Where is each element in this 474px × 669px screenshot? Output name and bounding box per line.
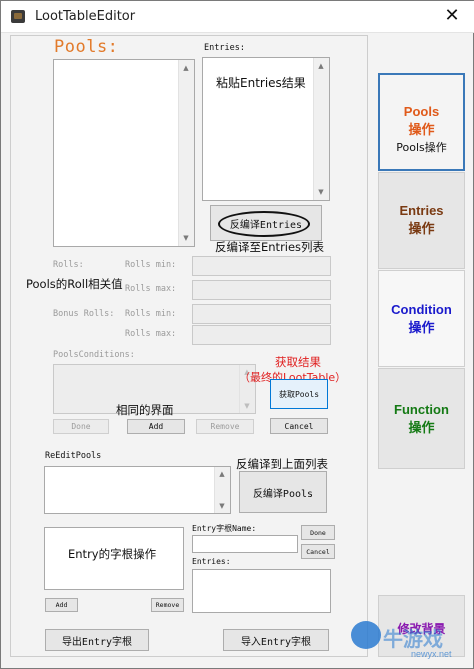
bonus-rolls-max-input[interactable]: [192, 325, 331, 345]
tab-condition-title: Condition: [391, 302, 452, 317]
bonus-rolls-min-input[interactable]: [192, 304, 331, 324]
tab-entries-title: Entries: [399, 203, 444, 218]
decompile-pools-button[interactable]: 反编译Pools: [239, 471, 327, 513]
watermark-url: newyx.net: [411, 649, 452, 659]
reedit-pools-textbox[interactable]: ▲ ▼: [44, 466, 231, 514]
annotation-pools-roll-related: Pools的Roll相关值: [26, 277, 123, 291]
pool-done-button[interactable]: Done: [53, 419, 109, 434]
annotation-decompile-to-entries-list: 反编译至Entries列表: [215, 240, 325, 254]
bonus-rolls-max-label: Rolls max:: [125, 329, 177, 339]
pool-remove-button[interactable]: Remove: [196, 419, 254, 434]
entry-root-add-button[interactable]: Add: [45, 598, 78, 612]
scroll-up-icon[interactable]: ▲: [314, 62, 328, 70]
entry-root-entries-textbox[interactable]: [192, 569, 331, 613]
get-pools-button[interactable]: 获取Pools: [270, 379, 328, 409]
pools-heading: Pools:: [54, 37, 119, 57]
tab-pools[interactable]: Pools 操作 Pools操作: [378, 73, 465, 171]
entry-root-done-label: Done: [310, 528, 326, 537]
tab-entries[interactable]: Entries 操作: [378, 172, 465, 269]
get-pools-label: 获取Pools: [278, 389, 320, 399]
tab-entries-subtitle: 操作: [408, 221, 435, 236]
entry-root-name-label: Entry字根Name:: [192, 524, 257, 533]
tab-function-title: Function: [394, 402, 449, 417]
annotation-get-result: 获取结果: [275, 355, 321, 369]
pool-add-label: Add: [148, 422, 164, 431]
import-entry-root-button[interactable]: 导入Entry字根: [223, 629, 329, 651]
entries-label: Entries:: [204, 43, 245, 53]
entry-root-cancel-button[interactable]: Cancel: [301, 544, 335, 559]
scroll-down-icon[interactable]: ▼: [240, 402, 254, 410]
export-entry-root-button[interactable]: 导出Entry字根: [45, 629, 149, 651]
app-window: LootTableEditor ✕ Pools: ▲ ▼ Entries: ▲ …: [0, 0, 474, 669]
pools-conditions-label: PoolsConditions:: [53, 350, 135, 360]
entry-root-remove-button[interactable]: Remove: [151, 598, 184, 612]
watermark-logo-icon: [351, 621, 381, 649]
scroll-down-icon[interactable]: ▼: [215, 502, 229, 510]
entry-root-name-input[interactable]: [192, 535, 298, 553]
tab-pools-subtitle: 操作: [408, 122, 435, 137]
reedit-scrollbar[interactable]: ▲ ▼: [214, 467, 230, 513]
scroll-up-icon[interactable]: ▲: [215, 470, 229, 478]
entry-root-entries-label: Entries:: [192, 557, 231, 566]
scroll-down-icon[interactable]: ▼: [179, 234, 193, 242]
window-title: LootTableEditor: [35, 9, 136, 24]
tab-condition-subtitle: 操作: [408, 320, 435, 335]
pool-remove-label: Remove: [210, 422, 240, 431]
tab-pools-annotation: Pools操作: [396, 141, 447, 154]
bonus-rolls-label: Bonus Rolls:: [53, 309, 115, 319]
tab-function-subtitle: 操作: [408, 420, 435, 435]
export-entry-root-label: 导出Entry字根: [61, 636, 133, 648]
rolls-max-label: Rolls max:: [125, 284, 177, 294]
close-button[interactable]: ✕: [429, 1, 474, 33]
pool-add-button[interactable]: Add: [127, 419, 185, 434]
rolls-min-label: Rolls min:: [125, 260, 177, 270]
pool-done-label: Done: [71, 422, 91, 431]
entry-root-add-label: Add: [55, 601, 68, 609]
entry-root-done-button[interactable]: Done: [301, 525, 335, 540]
scroll-down-icon[interactable]: ▼: [314, 188, 328, 196]
rolls-max-input[interactable]: [192, 280, 331, 300]
reedit-pools-label: ReEditPools: [45, 451, 102, 461]
scroll-up-icon[interactable]: ▲: [179, 64, 193, 72]
watermark-text: 牛游戏: [383, 627, 443, 651]
annotation-same-ui: 相同的界面: [116, 403, 174, 417]
pools-list[interactable]: ▲ ▼: [53, 59, 195, 247]
app-icon: [11, 10, 25, 23]
annotation-decompile-to-list-above: 反编译到上面列表: [236, 457, 328, 471]
entry-root-remove-label: Remove: [155, 601, 180, 609]
annotation-entry-root-ops: Entry的字根操作: [68, 547, 157, 561]
pool-cancel-button[interactable]: Cancel: [270, 418, 328, 434]
highlight-ellipse: [218, 211, 310, 237]
import-entry-root-label: 导入Entry字根: [240, 636, 312, 648]
rolls-min-input[interactable]: [192, 256, 331, 276]
entry-root-cancel-label: Cancel: [306, 547, 330, 556]
bonus-rolls-min-label: Rolls min:: [125, 309, 177, 319]
decompile-pools-label: 反编译Pools: [252, 488, 314, 500]
tab-pools-title: Pools: [403, 104, 440, 119]
tab-condition[interactable]: Condition 操作: [378, 270, 465, 367]
pool-cancel-label: Cancel: [284, 421, 314, 431]
tab-function[interactable]: Function 操作: [378, 368, 465, 469]
rolls-label: Rolls:: [53, 260, 84, 270]
pools-list-scrollbar[interactable]: ▲ ▼: [178, 60, 194, 246]
title-bar: LootTableEditor ✕: [1, 1, 474, 33]
annotation-paste-entries-result: 粘贴Entries结果: [216, 76, 306, 90]
entries-scrollbar[interactable]: ▲ ▼: [313, 58, 329, 200]
